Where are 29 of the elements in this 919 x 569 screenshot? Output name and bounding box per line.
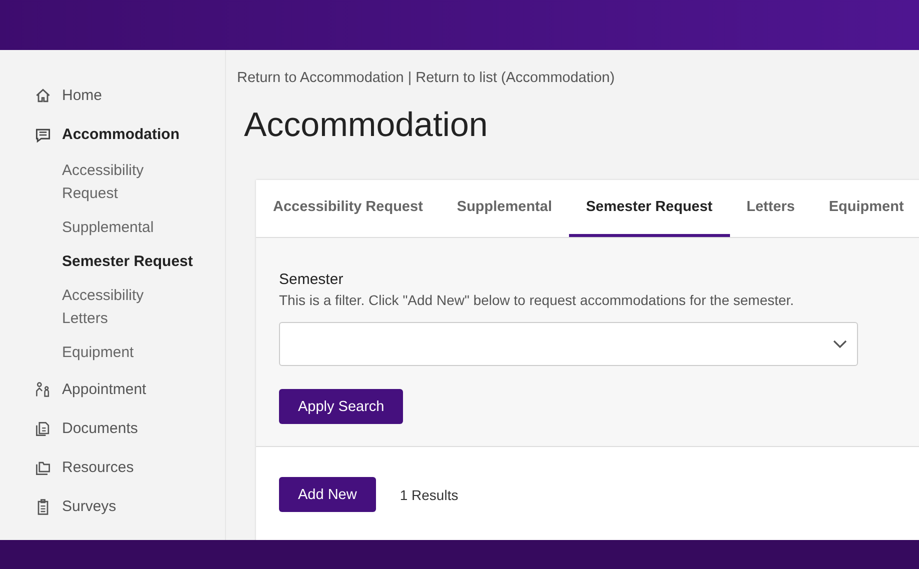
tab[interactable]: Letters bbox=[730, 180, 812, 237]
breadcrumb-link[interactable]: Return to Accommodation bbox=[237, 70, 404, 86]
field-label: Semester bbox=[279, 271, 344, 288]
sidebar-subitem[interactable]: Accessibility Request bbox=[62, 154, 172, 211]
apply-search-button[interactable]: Apply Search bbox=[279, 389, 404, 424]
breadcrumb-separator: | bbox=[408, 70, 412, 86]
home-icon bbox=[34, 86, 52, 104]
semester-dropdown[interactable] bbox=[279, 322, 858, 366]
sidebar-item[interactable]: Appointment bbox=[34, 370, 225, 409]
sidebar-item[interactable]: Documents bbox=[34, 409, 225, 448]
tab[interactable]: Supplemental bbox=[440, 180, 569, 237]
tab[interactable]: Equipment bbox=[812, 180, 919, 237]
sidebar-item[interactable]: Surveys bbox=[34, 487, 225, 526]
results-count: 1 Results bbox=[400, 486, 458, 502]
people-icon bbox=[34, 380, 52, 398]
sidebar-item[interactable]: Accommodation bbox=[34, 115, 225, 154]
page-title: Accommodation bbox=[244, 106, 489, 146]
add-new-button[interactable]: Add New bbox=[279, 477, 376, 512]
sidebar-item[interactable]: Home bbox=[34, 76, 225, 115]
filter-hint: This is a filter. Click "Add New" below to request accommodations for the semester. bbox=[279, 292, 795, 308]
tab[interactable]: Accessibility Request bbox=[256, 180, 440, 237]
sidebar-subitem[interactable]: Accessibility Letters bbox=[62, 279, 172, 336]
sidebar-subitem[interactable]: Semester Request bbox=[62, 245, 202, 279]
documents-icon bbox=[34, 420, 52, 438]
sidebar-item[interactable]: Resources bbox=[34, 448, 225, 487]
chevron-down-icon bbox=[833, 340, 847, 348]
sidebar-subitem[interactable]: Supplemental bbox=[62, 211, 172, 245]
breadcrumb-link[interactable]: Return to list (Accommodation) bbox=[416, 70, 615, 86]
sidebar-subitem[interactable]: Equipment bbox=[62, 336, 172, 370]
